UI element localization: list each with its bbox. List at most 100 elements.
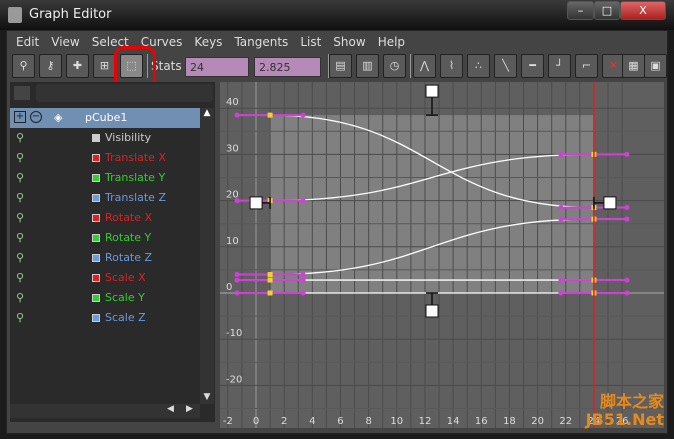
frame-playback-icon[interactable]: ▥	[356, 54, 379, 78]
tangent-handle-end	[234, 112, 240, 118]
pin-icon[interactable]: ⚲	[16, 188, 24, 208]
filter-icon[interactable]	[14, 86, 30, 100]
step-tangent-icon[interactable]: ┘	[548, 54, 571, 78]
graph-view[interactable]: 403020100-10-20-202468101214161820222426	[220, 82, 664, 428]
x-tick-label: 22	[559, 416, 572, 427]
x-tick-label: 16	[475, 416, 488, 427]
channel-row[interactable]: ⚲ Translate X	[10, 148, 200, 168]
channel-color-swatch	[92, 154, 100, 162]
minimize-button[interactable]: –	[567, 1, 594, 20]
tangent-handle-end	[558, 290, 564, 296]
channel-color-swatch	[92, 214, 100, 222]
channel-row[interactable]: ⚲ Visibility	[10, 128, 200, 148]
curve-graph[interactable]: 403020100-10-20-202468101214161820222426	[220, 82, 664, 428]
keyframe[interactable]	[267, 290, 273, 296]
plateau-tangent-icon[interactable]: ⌐	[575, 54, 598, 78]
region-scale-manip[interactable]	[425, 304, 439, 318]
channel-row[interactable]: ⚲ Rotate Z	[10, 248, 200, 268]
vertical-scrollbar[interactable]: ▲ ▼	[200, 108, 214, 404]
channel-label: Rotate Y	[105, 231, 152, 244]
channel-color-swatch	[92, 274, 100, 282]
channel-label: Scale Y	[105, 291, 145, 304]
tangent-handle-end	[300, 198, 306, 204]
trax-editor-icon[interactable]: ▣	[644, 54, 667, 78]
channel-label: Translate Y	[105, 171, 166, 184]
menu-keys[interactable]: Keys	[188, 33, 228, 51]
tangent-handle-end	[558, 277, 564, 283]
channel-row[interactable]: ⚲ Rotate X	[10, 208, 200, 228]
center-current-time-icon[interactable]: ◷	[383, 54, 406, 78]
stats-value-field[interactable]: 2.825	[254, 57, 321, 77]
menu-view[interactable]: View	[45, 33, 85, 51]
lattice-deform-icon[interactable]: ⊞	[93, 54, 116, 78]
channel-row[interactable]: ⚲ Scale Y	[10, 288, 200, 308]
keyframe[interactable]	[267, 112, 273, 118]
x-tick-label: 12	[419, 416, 432, 427]
pin-icon[interactable]: ⚲	[16, 288, 24, 308]
pin-icon[interactable]: ⚲	[16, 268, 24, 288]
menu-help[interactable]: Help	[372, 33, 411, 51]
auto-tangent-icon[interactable]: ⋀	[413, 54, 436, 78]
channel-row[interactable]: ⚲ Rotate Y	[10, 228, 200, 248]
tangent-handle-end	[300, 290, 306, 296]
channel-row[interactable]: ⚲ Translate Y	[10, 168, 200, 188]
channel-label: Visibility	[105, 131, 152, 144]
channel-label: Translate X	[105, 151, 166, 164]
filter-input[interactable]	[36, 84, 213, 102]
window-title: Graph Editor	[29, 7, 112, 22]
x-tick-label: -2	[223, 416, 233, 427]
horizontal-scrollbar[interactable]: ◀ ▶	[10, 404, 200, 418]
tangent-handle-end	[234, 290, 240, 296]
pin-icon[interactable]: ⚲	[16, 248, 24, 268]
stats-time-field[interactable]: 24	[185, 57, 249, 77]
tangent-handle-end	[624, 290, 630, 296]
y-tick-label: -20	[226, 374, 242, 385]
collapse-icon[interactable]: −	[30, 111, 42, 123]
keyframe[interactable]	[267, 277, 273, 283]
flat-tangent-icon[interactable]: ━	[521, 54, 544, 78]
channel-color-swatch	[92, 314, 100, 322]
x-tick-label: 10	[390, 416, 403, 427]
keyframe[interactable]	[267, 272, 273, 278]
tangent-handle-end	[300, 272, 306, 278]
channel-row[interactable]: ⚲ Scale Z	[10, 308, 200, 328]
menu-show[interactable]: Show	[327, 33, 371, 51]
region-scale-manip[interactable]	[249, 196, 263, 210]
outliner-object-row[interactable]: + − ◈ pCube1	[10, 108, 200, 128]
menu-tangents[interactable]: Tangents	[228, 33, 294, 51]
clamped-tangent-icon[interactable]: ∴	[467, 54, 490, 78]
linear-tangent-icon[interactable]: ╲	[494, 54, 517, 78]
pin-icon[interactable]: ⚲	[16, 228, 24, 248]
tangent-handle-end	[558, 205, 564, 211]
maximize-button[interactable]: □	[594, 1, 620, 20]
tangent-handle-end	[624, 205, 630, 211]
pin-icon[interactable]: ⚲	[16, 168, 24, 188]
dope-sheet-icon[interactable]: ▦	[622, 54, 645, 78]
channel-color-swatch	[92, 294, 100, 302]
expand-icon[interactable]: +	[14, 111, 26, 123]
move-key-tool-icon[interactable]: ⚲	[12, 54, 35, 78]
menu-list[interactable]: List	[294, 33, 327, 51]
pin-icon[interactable]: ⚲	[16, 128, 24, 148]
tangent-handle-end	[234, 277, 240, 283]
pin-icon[interactable]: ⚲	[16, 308, 24, 328]
menu-bar: Edit View Select Curves Keys Tangents Li…	[10, 33, 411, 51]
region-scale-manip[interactable]	[425, 84, 439, 98]
channel-row[interactable]: ⚲ Translate Z	[10, 188, 200, 208]
y-tick-label: 10	[226, 236, 239, 247]
region-scale-manip[interactable]	[603, 196, 617, 210]
insert-key-tool-icon[interactable]: ⚷	[39, 54, 62, 78]
x-tick-label: 20	[531, 416, 544, 427]
close-button[interactable]: X	[620, 1, 666, 20]
menu-edit[interactable]: Edit	[10, 33, 45, 51]
channel-row[interactable]: ⚲ Scale X	[10, 268, 200, 288]
add-key-tool-icon[interactable]: ✚	[66, 54, 89, 78]
pin-icon[interactable]: ⚲	[16, 148, 24, 168]
frame-all-icon[interactable]: ▤	[329, 54, 352, 78]
x-tick-label: 18	[503, 416, 516, 427]
outliner-panel: + − ◈ pCube1 ⚲ Visibility ⚲ Translate X ⚲ Tra…	[10, 82, 215, 422]
tangent-handle-end	[624, 277, 630, 283]
spline-tangent-icon[interactable]: ⌇	[440, 54, 463, 78]
maya-icon	[8, 7, 22, 23]
pin-icon[interactable]: ⚲	[16, 208, 24, 228]
